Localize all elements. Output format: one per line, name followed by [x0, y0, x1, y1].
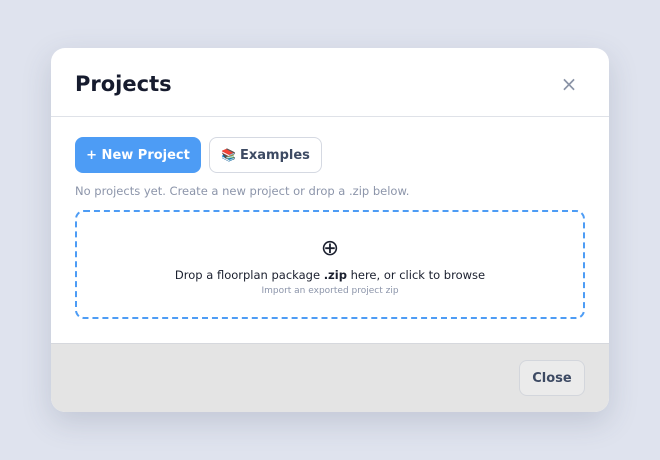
- modal-title: Projects: [75, 72, 172, 96]
- dropzone-subtext: Import an exported project zip: [261, 286, 399, 296]
- projects-modal: Projects × + New Project 📚 Examples No pr…: [51, 48, 609, 412]
- add-circle-icon: ⊕: [320, 236, 340, 261]
- dropzone-text-after: here, or click to browse: [346, 268, 486, 282]
- dropzone-text-before: Drop a floorplan package: [174, 268, 324, 282]
- modal-footer: Close: [51, 343, 609, 412]
- dropzone-text-bold: .zip: [323, 268, 347, 282]
- modal-header: Projects ×: [51, 48, 609, 117]
- zip-dropzone[interactable]: ⊕ Drop a floorplan package .zip here, or…: [75, 210, 585, 319]
- new-project-button[interactable]: + New Project: [75, 137, 201, 173]
- examples-label: Examples: [240, 147, 310, 163]
- empty-state-hint: No projects yet. Create a new project or…: [75, 184, 410, 198]
- examples-button[interactable]: 📚 Examples: [209, 137, 322, 173]
- close-button[interactable]: Close: [519, 360, 585, 396]
- close-icon[interactable]: ×: [559, 72, 579, 96]
- dropzone-text: Drop a floorplan package .zip here, or c…: [77, 268, 583, 282]
- books-icon: 📚: [221, 147, 237, 162]
